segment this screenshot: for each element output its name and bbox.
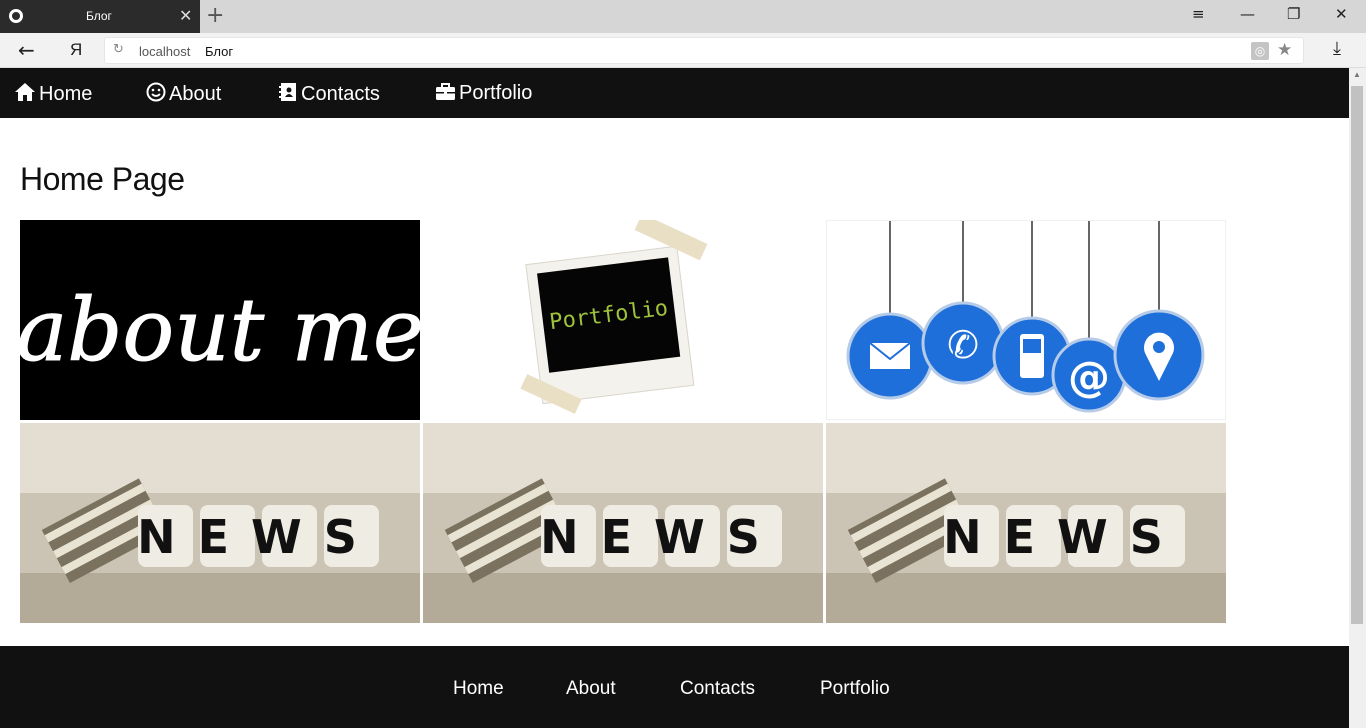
window-close-icon[interactable]: ✕	[1335, 5, 1348, 23]
svg-text:@: @	[1068, 352, 1110, 401]
menu-icon[interactable]: ≡	[1192, 5, 1205, 23]
back-arrow-icon[interactable]: ←	[18, 38, 35, 62]
footer-link-contacts[interactable]: Contacts	[680, 678, 755, 700]
news-text-2: NEWS	[540, 510, 782, 564]
nav-home[interactable]: Home	[14, 82, 92, 106]
tab-title: Блог	[86, 9, 112, 23]
nav-portfolio-label: Portfolio	[459, 82, 533, 104]
scroll-up-icon[interactable]: ▲	[1353, 70, 1361, 79]
url-page-title: Блог	[205, 44, 234, 59]
about-me-image[interactable]: about me	[20, 220, 420, 420]
smile-icon	[146, 82, 166, 102]
home-icon	[15, 83, 35, 101]
contacts-graphic: ✆ @	[846, 221, 1205, 413]
reload-icon[interactable]: ↻	[113, 42, 124, 57]
footer-link-home[interactable]: Home	[453, 678, 504, 700]
page-title: Home Page	[20, 161, 185, 197]
browser-tab[interactable]: Блог ✕	[0, 0, 200, 33]
restore-icon[interactable]: ❐	[1287, 5, 1300, 23]
news-image-1[interactable]: NEWS	[20, 423, 420, 623]
nav-portfolio[interactable]: Portfolio	[435, 82, 532, 105]
nav-contacts[interactable]: Contacts	[279, 82, 380, 106]
tab-close-icon[interactable]: ✕	[179, 6, 192, 26]
download-icon[interactable]: ⤓	[1333, 38, 1341, 59]
news-graphic-1: NEWS	[20, 423, 420, 623]
address-book-icon	[279, 83, 296, 101]
tab-bar: Блог ✕ + ≡ — ❐ ✕	[0, 0, 1366, 33]
portfolio-image[interactable]: Portfolio	[423, 220, 823, 420]
about-me-graphic: about me	[20, 281, 420, 382]
scrollbar[interactable]: ▲	[1349, 68, 1366, 728]
svg-text:✆: ✆	[947, 323, 979, 367]
nav-contacts-label: Contacts	[301, 83, 380, 105]
url-host: localhost	[139, 44, 191, 59]
nav-home-label: Home	[39, 83, 93, 105]
footer-link-portfolio[interactable]: Portfolio	[820, 678, 890, 700]
news-text-3: NEWS	[943, 510, 1185, 564]
news-image-3[interactable]: NEWS	[826, 423, 1226, 623]
news-graphic-3: NEWS	[826, 423, 1226, 623]
address-bar: ← Я ↻ localhost Блог ◎ ★ ⤓	[0, 33, 1366, 68]
minimize-icon[interactable]: —	[1240, 5, 1255, 23]
about-me-text: about me	[20, 281, 420, 381]
news-image-2[interactable]: NEWS	[423, 423, 823, 623]
portfolio-graphic: Portfolio	[520, 220, 708, 414]
favicon-icon	[9, 9, 23, 23]
nav-about[interactable]: About	[146, 82, 221, 106]
page-content: Home About Contacts Portfolio Home Page …	[0, 68, 1349, 728]
url-field[interactable]: ↻ localhost Блог ◎ ★	[104, 37, 1304, 64]
yandex-logo[interactable]: Я	[70, 40, 82, 60]
scrollbar-thumb[interactable]	[1351, 86, 1363, 624]
translate-icon[interactable]: ◎	[1251, 42, 1269, 60]
bookmark-star-icon[interactable]: ★	[1277, 40, 1292, 60]
footer: Home About Contacts Portfolio	[0, 646, 1349, 728]
nav-about-label: About	[169, 83, 222, 105]
contacts-image[interactable]: ✆ @	[826, 220, 1226, 420]
footer-link-about[interactable]: About	[566, 678, 616, 700]
briefcase-icon	[436, 83, 455, 100]
news-graphic-2: NEWS	[423, 423, 823, 623]
top-navigation: Home About Contacts Portfolio	[0, 68, 1349, 118]
news-text-1: NEWS	[137, 510, 379, 564]
new-tab-button[interactable]: +	[206, 3, 224, 28]
